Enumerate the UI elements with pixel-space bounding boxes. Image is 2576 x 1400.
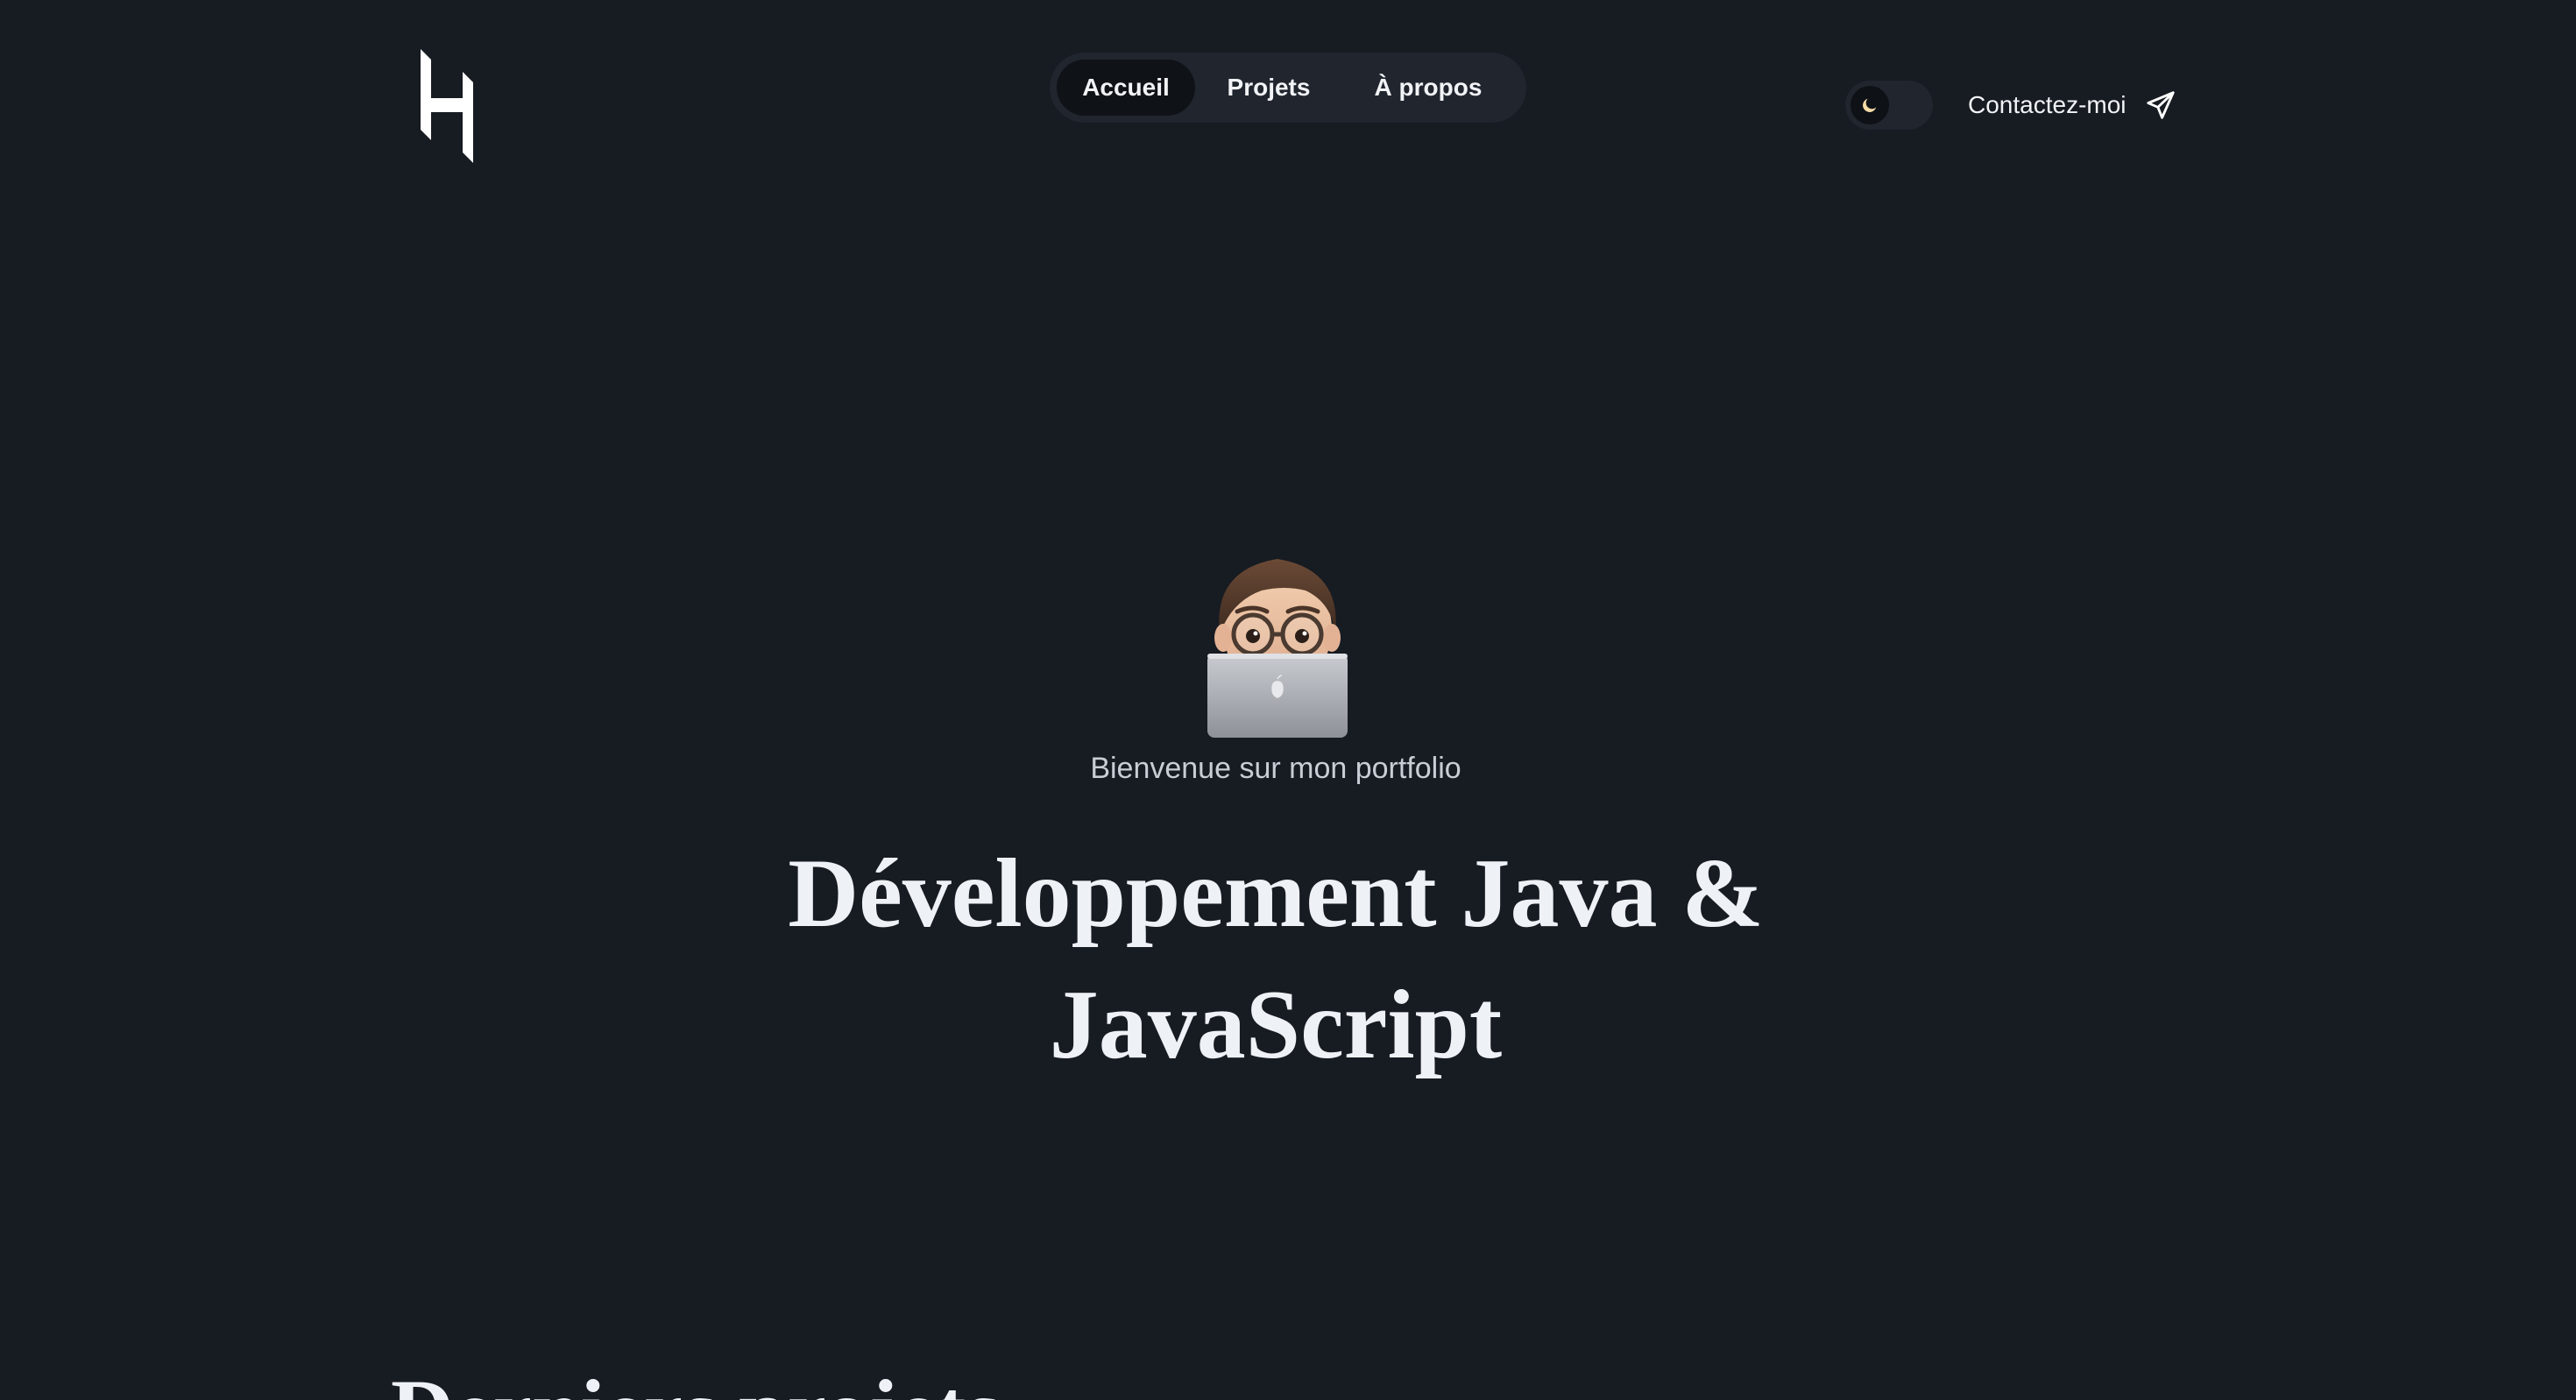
contact-label: Contactez-moi <box>1968 91 2127 118</box>
theme-toggle[interactable] <box>1845 81 1933 130</box>
h-monogram-logo[interactable] <box>419 49 477 163</box>
welcome-text: Bienvenue sur mon portfolio <box>1090 752 1461 785</box>
paper-plane-icon <box>2146 91 2175 119</box>
theme-toggle-knob <box>1851 86 1889 124</box>
nav-item-projets[interactable]: Projets <box>1195 60 1342 116</box>
logo-icon <box>421 49 473 163</box>
nav-item-a-propos[interactable]: À propos <box>1342 60 1514 116</box>
avatar-illustration <box>1207 559 1348 738</box>
hero-title-line-2: JavaScript <box>1049 971 1503 1079</box>
hero-title: Développement Java & JavaScript <box>0 828 2551 1091</box>
nav-item-accueil[interactable]: Accueil <box>1057 60 1195 116</box>
moon-icon <box>1863 98 1877 112</box>
memoji-laptop-avatar <box>1200 550 1355 738</box>
contact-link[interactable]: Contactez-moi <box>1968 82 2177 128</box>
main-nav: Accueil Projets À propos <box>1050 53 1526 123</box>
section-title-latest-projects: Derniers projets <box>391 1367 1000 1400</box>
hero-title-line-1: Développement Java & <box>788 839 1764 948</box>
page: Accueil Projets À propos Contactez-moi B… <box>0 0 2576 1400</box>
